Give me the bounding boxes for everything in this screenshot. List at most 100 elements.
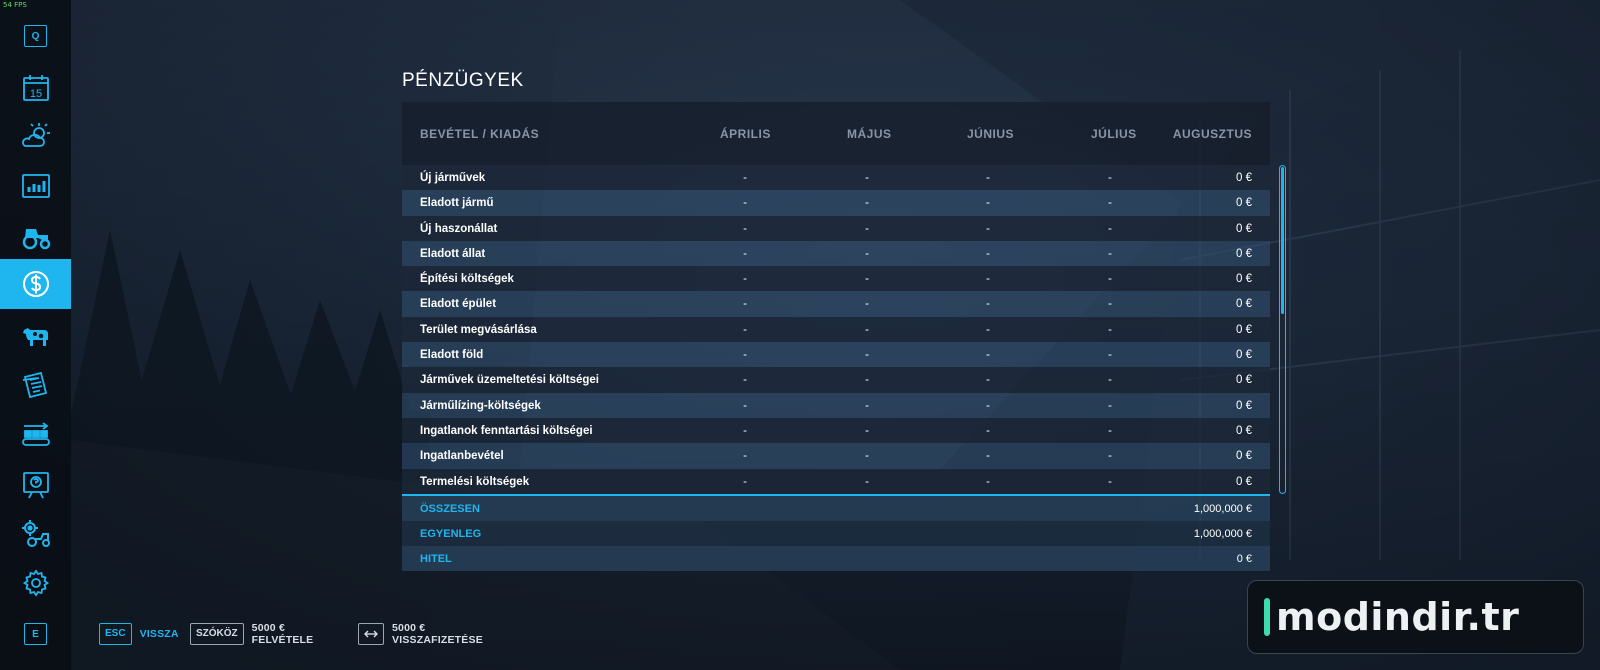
sidebar-item-settings[interactable] [0,560,71,606]
tutorial-board-icon [22,472,49,499]
row-label: Ingatlanok fenntartási költségei [420,424,593,437]
month-cell: - [743,172,747,184]
month-cell: - [986,172,990,184]
total-row: ÖSSZESEN 1,000,000 € [402,495,1270,521]
tractor-icon [22,229,50,250]
loan-label: HITEL [420,552,452,565]
sidebar-item-finances[interactable] [0,259,71,309]
august-cell: 0 € [1236,399,1252,412]
month-cell: - [743,475,747,488]
back-label: VISSZA [139,627,179,640]
month-cell: - [986,349,990,362]
table-row: Ingatlanok fenntartási költségei - - - - 0 € [402,417,1270,444]
sidebar-item-vehicles[interactable] [0,213,71,259]
month-cell: - [986,374,990,387]
sidebar-item-calendar[interactable]: 15 [0,65,71,111]
month-cell: - [743,450,747,463]
sidebar-item-contracts[interactable] [0,362,71,408]
month-cell: - [986,222,990,235]
table-row: Járművek üzemeltetési költségei - - - - 0 € [402,367,1270,393]
month-cell: - [986,197,990,210]
column-header-may: MÁJUS [847,127,892,141]
month-cell: - [743,298,747,311]
row-label: Eladott föld [420,349,484,362]
august-cell: 0 € [1236,475,1252,488]
total-label: ÖSSZESEN [420,502,480,515]
animals-cow-icon [22,328,48,346]
page-title: PÉNZÜGYEK [402,70,524,91]
watermark: modindir.tr [1247,580,1584,654]
scrollbar-thumb[interactable] [1281,167,1284,314]
month-cell: - [865,424,869,437]
column-header-june: JÚNIUS [967,127,1015,141]
month-cell: - [986,424,990,437]
august-cell: 0 € [1236,424,1252,437]
watermark-bar [1264,598,1270,636]
space-key: SZÓKÖZ [190,622,244,645]
table-scrollbar[interactable] [1279,165,1286,494]
table-body: Új járművek - - - -0 € Eladott jármű - - - -0 € Új… [402,165,1270,494]
table-row: Eladott jármű - - - - 0 € [402,190,1270,216]
month-cell: - [743,399,747,412]
table-row: Eladott épület - - - - 0 € [402,291,1270,317]
row-label: Eladott jármű [420,197,494,210]
month-cell: - [865,273,869,286]
repay-button[interactable]: 5000 € VISSZAFIZETÉSE [358,621,483,646]
sidebar-item-prices[interactable] [0,163,71,209]
table-row: Járműlízing-költségek - - - - 0 € [402,392,1270,418]
month-cell: - [743,323,747,336]
finances-dollar-icon [22,271,49,297]
balance-label: EGYENLEG [420,527,482,540]
next-page-key[interactable]: E [0,611,71,657]
month-cell: - [1108,323,1112,336]
month-cell: - [986,247,990,260]
month-cell: - [865,222,869,235]
table-row: Eladott állat - - - - 0 € [402,240,1270,267]
back-button[interactable]: ESC VISSZA [99,622,179,645]
borrow-button[interactable]: SZÓKÖZ 5000 € FELVÉTELE [190,621,314,646]
column-header-august: AUGUSZTUS [1172,127,1252,141]
table-row: Termelési költségek - - - - 0 € [402,468,1270,494]
month-cell: - [986,298,990,311]
table-row: Terület megvásárlása - - - - 0 € [402,316,1270,343]
total-value: 1,000,000 € [1193,502,1252,515]
month-cell: - [986,475,990,488]
month-cell: - [743,247,747,260]
settings-gear-icon [22,569,49,597]
sidebar-item-tutorials[interactable] [0,462,71,508]
weather-icon [21,123,50,147]
calendar-icon: 15 [22,75,49,101]
month-cell: - [865,475,869,488]
table-header: BEVÉTEL / KIADÁS ÁPRILIS MÁJUS JÚNIUS JÚ… [402,102,1270,165]
table-row: Építési költségek - - - - 0 € [402,266,1270,292]
sidebar-item-animals[interactable] [0,313,71,359]
row-label: Eladott állat [420,247,486,260]
month-cell: - [1108,273,1112,286]
month-cell: - [1108,475,1112,488]
row-label: Járműlízing-költségek [420,399,541,412]
borrow-label: 5000 € FELVÉTELE [251,621,314,646]
repay-label: 5000 € VISSZAFIZETÉSE [392,621,483,646]
month-cell: - [1108,374,1112,387]
sidebar-item-vehicle-settings[interactable] [0,510,71,556]
esc-key: ESC [99,622,132,645]
table-row: Eladott föld - - - - 0 € [402,342,1270,368]
row-label: Termelési költségek [420,475,530,488]
fps-counter: 54 FPS [3,1,27,9]
sidebar-item-production[interactable] [0,412,71,458]
month-cell: - [1108,349,1112,362]
sidebar-item-weather[interactable] [0,113,71,159]
column-header-april: ÁPRILIS [720,127,771,141]
row-label: Járművek üzemeltetési költségei [420,374,599,387]
row-label: Új járművek [420,172,486,184]
prev-page-key[interactable]: Q [0,13,71,59]
row-label: Eladott épület [420,298,497,311]
month-cell: - [743,273,747,286]
august-cell: 0 € [1236,273,1252,286]
q-key-label: Q [24,25,47,47]
month-cell: - [1108,450,1112,463]
table-row: Ingatlanbevétel - - - - 0 € [402,443,1270,469]
vehicle-settings-icon [21,520,50,547]
month-cell: - [865,247,869,260]
table-row: Új járművek - - - - 0 € [402,165,1270,191]
